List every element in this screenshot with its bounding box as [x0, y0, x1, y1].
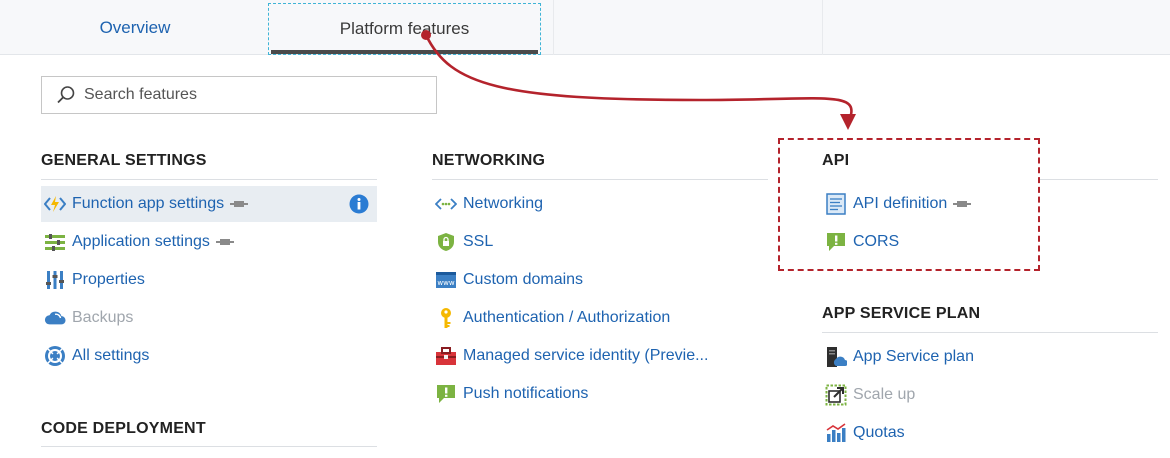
section-divider — [1040, 179, 1158, 180]
item-label: Push notifications — [463, 385, 589, 402]
notification-icon — [435, 383, 457, 405]
section-divider — [41, 446, 377, 447]
settings-list-icon — [44, 231, 66, 253]
networking-item-authentication[interactable]: Authentication / Authorization — [432, 300, 768, 336]
tab-divider — [822, 0, 823, 55]
tab-overview[interactable]: Overview — [40, 0, 230, 55]
cors-icon — [825, 231, 847, 253]
general-item-properties[interactable]: Properties — [41, 262, 377, 298]
tab-bar: Overview Platform features — [0, 0, 1170, 55]
toolbox-icon — [435, 345, 457, 367]
item-label: CORS — [853, 233, 900, 250]
globe-settings-icon — [44, 345, 66, 367]
api-item-api-definition[interactable]: API definition — [822, 186, 1022, 222]
general-item-function-app-settings[interactable]: Function app settings — [41, 186, 377, 222]
item-label: Custom domains — [463, 271, 584, 288]
api-item-cors[interactable]: CORS — [822, 224, 1022, 260]
pin-icon[interactable] — [215, 238, 234, 246]
item-label: API definition — [853, 195, 948, 212]
networking-item-ssl[interactable]: SSL — [432, 224, 768, 260]
pin-icon[interactable] — [953, 200, 972, 208]
item-label: Backups — [72, 309, 134, 326]
plan-item-app-service-plan[interactable]: App Service plan — [822, 339, 1158, 375]
item-label: Properties — [72, 271, 145, 288]
tab-divider — [553, 0, 554, 55]
networking-item-managed-service-identity[interactable]: Managed service identity (Previe... — [432, 338, 768, 374]
svg-text:www: www — [437, 279, 454, 287]
item-label: All settings — [72, 347, 150, 364]
function-icon — [44, 193, 66, 215]
cloud-backup-icon — [44, 307, 66, 329]
networking-item-networking[interactable]: Networking — [432, 186, 768, 222]
section-divider — [822, 332, 1158, 333]
general-item-application-settings[interactable]: Application settings — [41, 224, 377, 260]
general-item-backups[interactable]: Backups — [41, 300, 377, 336]
key-icon — [435, 307, 457, 329]
item-label: Scale up — [853, 386, 916, 403]
app-service-plan-icon — [825, 346, 847, 368]
pin-icon[interactable] — [230, 200, 249, 208]
section-title-networking: NETWORKING — [432, 152, 546, 169]
tab-platform-features[interactable]: Platform features — [268, 3, 541, 55]
item-label: Managed service identity (Previe... — [463, 347, 709, 364]
section-divider — [432, 179, 768, 180]
www-icon: www — [435, 269, 457, 291]
networking-icon — [435, 193, 457, 215]
search-input[interactable] — [84, 86, 404, 104]
item-label: SSL — [463, 233, 494, 250]
item-label: Function app settings — [72, 195, 225, 212]
api-document-icon — [825, 193, 847, 215]
networking-item-custom-domains[interactable]: www Custom domains — [432, 262, 768, 298]
scale-up-icon — [825, 384, 847, 406]
plan-item-quotas[interactable]: Quotas — [822, 415, 1158, 451]
general-item-all-settings[interactable]: All settings — [41, 338, 377, 374]
networking-item-push-notifications[interactable]: Push notifications — [432, 376, 768, 412]
section-title-code-deployment: CODE DEPLOYMENT — [41, 420, 206, 437]
arrow-head-icon — [840, 114, 856, 130]
tab-platform-features-label: Platform features — [339, 19, 470, 38]
active-tab-indicator — [271, 50, 538, 54]
plan-item-scale-up[interactable]: Scale up — [822, 377, 1158, 413]
item-label: Application settings — [72, 233, 210, 250]
section-title-app-service-plan: APP SERVICE PLAN — [822, 305, 981, 322]
section-divider — [41, 179, 377, 180]
info-icon[interactable] — [349, 194, 369, 219]
ssl-shield-icon — [435, 231, 457, 253]
item-label: Networking — [463, 195, 544, 212]
search-icon — [57, 86, 75, 104]
item-label: App Service plan — [853, 348, 974, 365]
properties-icon — [44, 269, 66, 291]
item-label: Authentication / Authorization — [463, 309, 671, 326]
section-title-general-settings: GENERAL SETTINGS — [41, 152, 207, 169]
item-label: Quotas — [853, 424, 905, 441]
quotas-icon — [825, 422, 847, 444]
search-box[interactable] — [41, 76, 437, 114]
section-title-api: API — [822, 152, 850, 169]
